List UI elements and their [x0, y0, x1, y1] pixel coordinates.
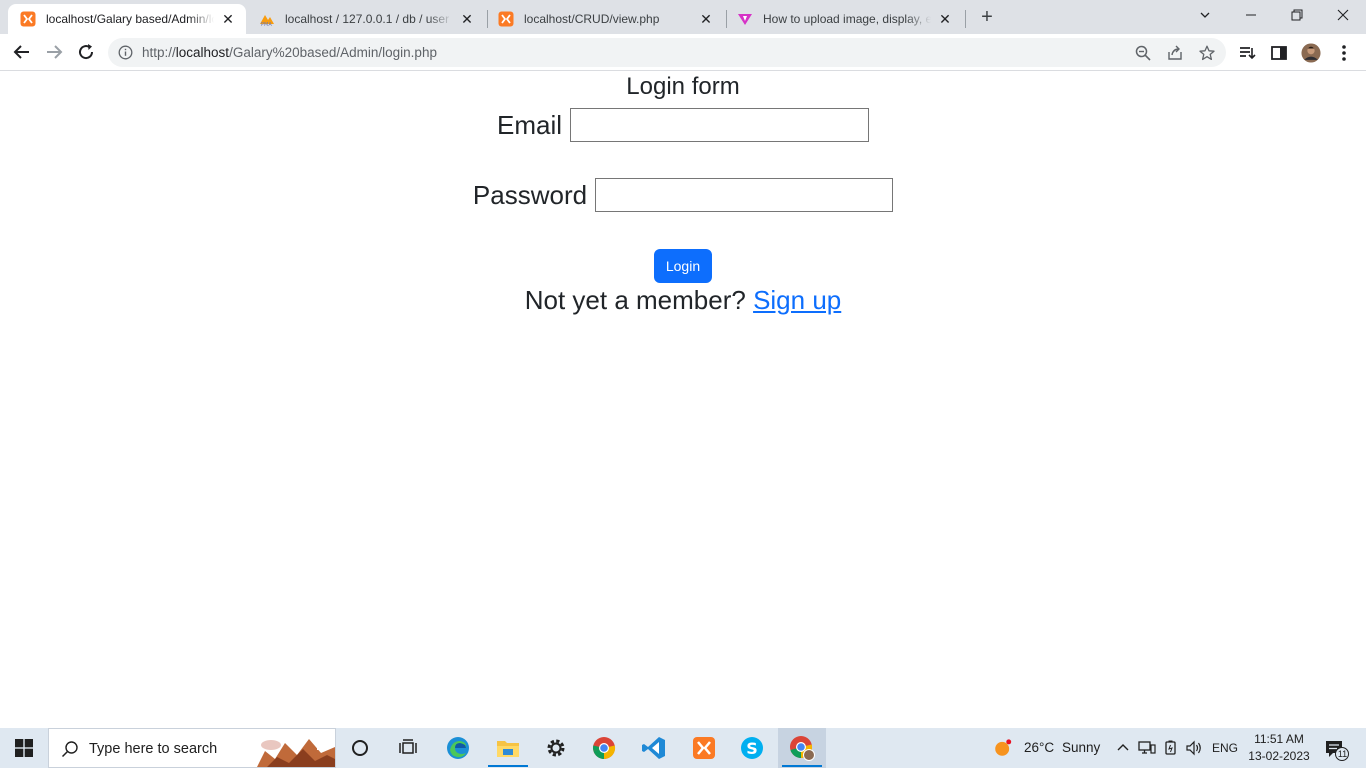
restore-icon[interactable]	[1274, 0, 1320, 30]
chrome-profile-icon[interactable]	[778, 728, 826, 768]
weather-sun-icon[interactable]	[994, 739, 1012, 757]
share-icon[interactable]	[1167, 45, 1183, 61]
browser-tabstrip: localhost/Galary based/Admin/lo ✕ PMA lo…	[0, 0, 1366, 34]
close-icon[interactable]: ✕	[220, 11, 236, 27]
search-highlight-illustration	[257, 733, 335, 767]
url-path: /Galary%20based/Admin/login.php	[229, 45, 437, 60]
login-button[interactable]: Login	[654, 249, 712, 283]
system-clock[interactable]: 11:51 AM 13-02-2023	[1240, 731, 1318, 765]
signup-prompt-text: Not yet a member?	[524, 285, 746, 315]
password-label: Password	[472, 179, 588, 210]
new-tab-plus-icon[interactable]: +	[976, 6, 998, 28]
page-title: Login form	[626, 73, 740, 100]
site-info-icon[interactable]	[118, 45, 133, 60]
task-view-icon[interactable]	[384, 728, 432, 768]
cortana-icon[interactable]	[336, 728, 384, 768]
reading-list-icon[interactable]	[1237, 43, 1257, 63]
clock-time: 11:51 AM	[1254, 732, 1304, 746]
url-scheme: http://	[142, 45, 176, 60]
tab-title: localhost/CRUD/view.php	[524, 12, 660, 26]
language-indicator[interactable]: ENG	[1212, 741, 1238, 755]
battery-icon[interactable]	[1162, 739, 1180, 757]
xampp-icon	[498, 11, 514, 27]
side-panel-icon[interactable]	[1269, 43, 1289, 63]
clock-date: 13-02-2023	[1248, 749, 1310, 763]
tab-title: localhost/Galary based/Admin/lo	[46, 12, 214, 26]
bookmark-star-icon[interactable]	[1199, 45, 1215, 61]
tab-login[interactable]: localhost/Galary based/Admin/lo ✕	[8, 4, 246, 34]
address-bar[interactable]: http://localhost/Galary%20based/Admin/lo…	[108, 38, 1226, 67]
back-arrow-icon[interactable]	[8, 38, 36, 66]
search-icon	[61, 740, 79, 758]
notification-center-icon[interactable]: 11	[1324, 738, 1350, 762]
profile-avatar-icon[interactable]	[1301, 43, 1321, 63]
url-text: http://localhost/Galary%20based/Admin/lo…	[142, 45, 437, 60]
xampp-icon	[20, 11, 36, 27]
tab-phpmyadmin[interactable]: PMA localhost / 127.0.0.1 / db / user | …	[247, 4, 485, 34]
xampp-control-icon[interactable]	[680, 728, 728, 768]
email-row: Email	[0, 108, 1366, 142]
close-icon[interactable]: ✕	[698, 11, 714, 27]
signup-prompt-row: Not yet a member? Sign up	[0, 283, 1366, 317]
tab-title: How to upload image, display, ed	[763, 12, 931, 26]
chrome-icon[interactable]	[580, 728, 628, 768]
chevron-up-icon[interactable]	[1114, 739, 1132, 757]
password-row: Password	[0, 178, 1366, 212]
windows-start-icon[interactable]	[0, 728, 48, 768]
tab-separator	[965, 10, 966, 28]
url-host: localhost	[175, 45, 230, 60]
weather-condition[interactable]: Sunny	[1062, 740, 1100, 755]
tab-crud-view[interactable]: localhost/CRUD/view.php ✕	[486, 4, 724, 34]
svg-text:S: S	[746, 739, 758, 758]
zoom-icon[interactable]	[1135, 45, 1151, 61]
network-icon[interactable]	[1138, 739, 1156, 757]
close-icon[interactable]: ✕	[937, 11, 953, 27]
search-placeholder: Type here to search	[89, 741, 218, 757]
forward-arrow-icon[interactable]	[40, 38, 68, 66]
skype-icon[interactable]: S	[728, 728, 776, 768]
password-field[interactable]	[595, 178, 894, 212]
page-content: Login form Email Password Login Not yet …	[0, 71, 1366, 728]
svg-text:PMA: PMA	[261, 22, 272, 27]
heart-bolt-icon	[737, 11, 753, 27]
tab-upload-tutorial[interactable]: How to upload image, display, ed ✕	[725, 4, 963, 34]
tab-search-chevron-icon[interactable]	[1182, 0, 1228, 30]
phpmyadmin-icon: PMA	[259, 11, 275, 27]
more-menu-icon[interactable]	[1334, 43, 1354, 63]
settings-gear-icon[interactable]	[532, 728, 580, 768]
taskbar-search-box[interactable]: Type here to search	[48, 728, 336, 768]
file-explorer-icon[interactable]	[484, 728, 532, 768]
vscode-icon[interactable]	[630, 728, 678, 768]
windows-taskbar: Type here to search S 26°C Sunny ENG 11:…	[0, 728, 1366, 768]
notification-count: 11	[1337, 749, 1348, 759]
email-field[interactable]	[570, 108, 869, 142]
email-label: Email	[496, 109, 562, 140]
edge-browser-icon[interactable]	[434, 728, 482, 768]
close-window-icon[interactable]	[1320, 0, 1366, 30]
browser-toolbar: http://localhost/Galary%20based/Admin/lo…	[0, 34, 1366, 71]
tab-title: localhost / 127.0.0.1 / db / user |	[285, 12, 453, 26]
minimize-icon[interactable]	[1228, 0, 1274, 30]
signup-link[interactable]: Sign up	[753, 285, 841, 315]
close-icon[interactable]: ✕	[459, 11, 475, 27]
volume-icon[interactable]	[1185, 739, 1203, 757]
weather-temperature[interactable]: 26°C	[1024, 740, 1054, 755]
reload-icon[interactable]	[72, 38, 100, 66]
